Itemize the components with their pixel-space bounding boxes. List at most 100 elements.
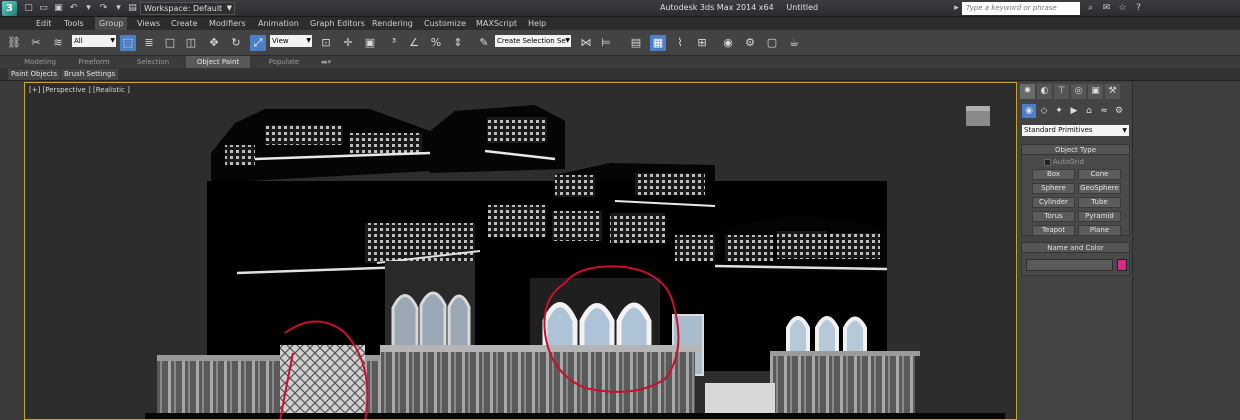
- communication-center-icon[interactable]: ✉: [1100, 2, 1113, 15]
- motion-tab-icon[interactable]: ◎: [1071, 84, 1086, 99]
- chevron-down-icon: ▼: [565, 37, 570, 44]
- ribbon-tab-freeform[interactable]: Freeform: [64, 56, 124, 68]
- perspective-viewport[interactable]: [+] [Perspective ] [Realistic ]: [24, 82, 1017, 420]
- workspace-selector[interactable]: Workspace: Default ▼: [140, 2, 235, 15]
- select-by-name-icon[interactable]: ≣: [141, 35, 157, 51]
- undo-dropdown-icon[interactable]: ▾: [82, 2, 95, 15]
- select-object-icon[interactable]: ⬚: [120, 35, 136, 51]
- space-warps-icon[interactable]: ≈: [1097, 104, 1111, 118]
- menu-rendering[interactable]: Rendering: [372, 17, 413, 30]
- favorites-icon[interactable]: ☆: [1116, 2, 1129, 15]
- search-input[interactable]: Type a keyword or phrase: [962, 2, 1080, 15]
- selection-filter-dropdown[interactable]: All ▼: [72, 35, 116, 47]
- box-button[interactable]: Box: [1032, 169, 1075, 180]
- lights-icon[interactable]: ✦: [1052, 104, 1066, 118]
- redo-icon[interactable]: ↷: [97, 2, 110, 15]
- geometry-icon[interactable]: ◉: [1022, 104, 1036, 118]
- material-editor-icon[interactable]: ◉: [720, 35, 736, 51]
- autogrid-checkbox[interactable]: AutoGrid: [1044, 158, 1084, 166]
- reference-coordinate-dropdown[interactable]: View ▼: [270, 35, 312, 47]
- display-tab-icon[interactable]: ▣: [1088, 84, 1103, 99]
- create-tab-icon[interactable]: ✸: [1020, 84, 1035, 99]
- tube-button[interactable]: Tube: [1078, 197, 1121, 208]
- panel-paint-objects[interactable]: Paint Objects: [8, 69, 60, 80]
- plane-button[interactable]: Plane: [1078, 225, 1121, 236]
- move-icon[interactable]: ✥: [206, 35, 222, 51]
- layer-manager-icon[interactable]: ▤: [628, 35, 644, 51]
- edit-named-selection-icon[interactable]: ✎: [476, 35, 492, 51]
- render-setup-icon[interactable]: ⚙: [742, 35, 758, 51]
- object-name-input[interactable]: [1026, 259, 1113, 271]
- menu-create[interactable]: Create: [171, 17, 198, 30]
- modify-tab-icon[interactable]: ◐: [1037, 84, 1052, 99]
- window-title: Autodesk 3ds Max 2014 x64 Untitled: [660, 3, 818, 12]
- ribbon-tab-selection[interactable]: Selection: [124, 56, 182, 68]
- shapes-icon[interactable]: ◇: [1037, 104, 1051, 118]
- cone-button[interactable]: Cone: [1078, 169, 1121, 180]
- app-logo-icon[interactable]: 3: [2, 1, 17, 16]
- geosphere-button[interactable]: GeoSphere: [1078, 183, 1121, 194]
- ribbon-tab-populate[interactable]: Populate: [254, 56, 314, 68]
- unlink-selection-icon[interactable]: ✂: [28, 35, 44, 51]
- schematic-view-icon[interactable]: ⊞: [694, 35, 710, 51]
- open-file-icon[interactable]: ▭: [37, 2, 50, 15]
- torus-button[interactable]: Torus: [1032, 211, 1075, 222]
- menu-edit[interactable]: Edit: [36, 17, 52, 30]
- menu-help[interactable]: Help: [528, 17, 546, 30]
- angle-snap-icon[interactable]: ∠: [406, 35, 422, 51]
- menu-group[interactable]: Group: [95, 17, 128, 30]
- search-icon[interactable]: ⌕: [1084, 2, 1097, 15]
- menu-tools[interactable]: Tools: [64, 17, 84, 30]
- keyboard-shortcut-icon[interactable]: ▣: [362, 35, 378, 51]
- hierarchy-tab-icon[interactable]: ⊤: [1054, 84, 1069, 99]
- spinner-snap-icon[interactable]: ⇕: [450, 35, 466, 51]
- graphite-ribbon-icon[interactable]: ▦: [650, 35, 666, 51]
- utilities-tab-icon[interactable]: ⚒: [1105, 84, 1120, 99]
- helpers-icon[interactable]: ⌂: [1082, 104, 1096, 118]
- pyramid-button[interactable]: Pyramid: [1078, 211, 1121, 222]
- teapot-button[interactable]: Teapot: [1032, 225, 1075, 236]
- pivot-center-icon[interactable]: ⊡: [318, 35, 334, 51]
- menu-views[interactable]: Views: [137, 17, 160, 30]
- curve-editor-icon[interactable]: ⌇: [672, 35, 688, 51]
- align-icon[interactable]: ⊨: [598, 35, 614, 51]
- snaps-toggle-icon[interactable]: ³: [386, 35, 402, 51]
- new-file-icon[interactable]: ▢: [22, 2, 35, 15]
- undo-icon[interactable]: ↶: [67, 2, 80, 15]
- render-production-icon[interactable]: ☕: [786, 35, 802, 51]
- viewport-label[interactable]: [+] [Perspective ] [Realistic ]: [29, 86, 130, 94]
- ribbon-tab-object-paint[interactable]: Object Paint: [186, 56, 250, 68]
- menu-animation[interactable]: Animation: [258, 17, 299, 30]
- panel-brush-settings[interactable]: Brush Settings: [61, 69, 119, 80]
- ribbon-options-icon[interactable]: ▬▾: [316, 56, 336, 68]
- viewcube-icon[interactable]: [966, 106, 990, 126]
- redo-dropdown-icon[interactable]: ▾: [112, 2, 125, 15]
- name-and-color-header[interactable]: Name and Color: [1022, 243, 1129, 253]
- save-file-icon[interactable]: ▣: [52, 2, 65, 15]
- rectangular-selection-icon[interactable]: □: [162, 35, 178, 51]
- manipulate-icon[interactable]: ✛: [340, 35, 356, 51]
- mirror-icon[interactable]: ⋈: [578, 35, 594, 51]
- systems-icon[interactable]: ⚙: [1112, 104, 1126, 118]
- named-selection-dropdown[interactable]: Create Selection Se ▼: [495, 35, 571, 47]
- bind-to-space-warp-icon[interactable]: ≋: [50, 35, 66, 51]
- menu-maxscript[interactable]: MAXScript: [476, 17, 517, 30]
- rendered-frame-window-icon[interactable]: ▢: [764, 35, 780, 51]
- main-toolbar: ⛓ ✂ ≋ All ▼ ⬚ ≣ □ ◫ ✥ ↻ ⤢ View ▼ ⊡ ✛ ▣ ³…: [0, 30, 1240, 56]
- cameras-icon[interactable]: ▶: [1067, 104, 1081, 118]
- primitive-category-dropdown[interactable]: Standard Primitives ▼: [1022, 125, 1129, 136]
- window-crossing-icon[interactable]: ◫: [183, 35, 199, 51]
- object-color-swatch[interactable]: [1117, 259, 1127, 271]
- scale-icon[interactable]: ⤢: [250, 35, 266, 51]
- percent-snap-icon[interactable]: %: [428, 35, 444, 51]
- menu-customize[interactable]: Customize: [424, 17, 466, 30]
- object-type-header[interactable]: Object Type: [1022, 145, 1129, 155]
- project-folder-icon[interactable]: ▤: [126, 2, 139, 15]
- sphere-button[interactable]: Sphere: [1032, 183, 1075, 194]
- select-and-link-icon[interactable]: ⛓: [6, 35, 22, 51]
- menu-graph-editors[interactable]: Graph Editors: [310, 17, 365, 30]
- help-icon[interactable]: ?: [1132, 2, 1145, 15]
- cylinder-button[interactable]: Cylinder: [1032, 197, 1075, 208]
- rotate-icon[interactable]: ↻: [228, 35, 244, 51]
- menu-modifiers[interactable]: Modifiers: [209, 17, 246, 30]
